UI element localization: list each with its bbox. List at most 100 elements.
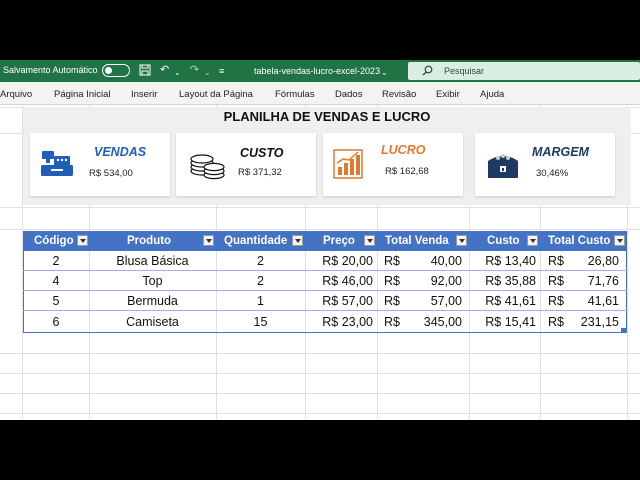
cell-total-custo[interactable]: 41,61 [567, 291, 619, 311]
file-name[interactable]: tabela-vendas-lucro-excel-2023 [254, 66, 380, 76]
cell-total-custo-currency: R$ [548, 315, 564, 329]
table-row[interactable]: 6 Camiseta 15 R$ 23,00 R$ 345,00 R$ 15,4… [23, 312, 627, 332]
cell-total-venda-currency: R$ [384, 294, 400, 308]
excel-window: Salvamento Automático ↶ ⌄ ↷ ⌄ ≡ tabela-v… [0, 60, 640, 420]
table-row[interactable]: 2 Blusa Básica 2 R$ 20,00 R$ 40,00 R$ 13… [23, 251, 627, 271]
cell-total-venda[interactable]: 40,00 [403, 251, 462, 271]
redo-icon[interactable]: ↷ [190, 64, 199, 77]
grid-line [0, 393, 640, 394]
tab-layout-pagina[interactable]: Layout da Página [179, 89, 253, 100]
cell-produto[interactable]: Top [89, 271, 216, 291]
header-produto[interactable]: Produto [89, 231, 216, 251]
cell-preco[interactable]: R$ 57,00 [305, 291, 373, 311]
tab-inserir[interactable]: Inserir [131, 89, 157, 100]
cell-total-custo[interactable]: 71,76 [567, 271, 619, 291]
tab-dados[interactable]: Dados [335, 89, 362, 100]
cell-total-venda-currency: R$ [384, 254, 400, 268]
cell-codigo[interactable]: 4 [23, 271, 89, 291]
spreadsheet-grid[interactable]: PLANILHA DE VENDAS E LUCRO VENDAS R$ 534… [0, 105, 640, 420]
search-input[interactable]: Pesquisar [444, 66, 484, 76]
header-total-venda[interactable]: Total Venda [377, 231, 469, 251]
cell-total-venda-currency: R$ [384, 315, 400, 329]
cell-total-venda[interactable]: 57,00 [403, 291, 462, 311]
cell-preco[interactable]: R$ 46,00 [305, 271, 373, 291]
cell-codigo[interactable]: 2 [23, 251, 89, 271]
filter-dropdown-icon[interactable] [456, 235, 467, 246]
tab-formulas[interactable]: Fórmulas [275, 89, 315, 100]
filter-dropdown-icon[interactable] [527, 235, 538, 246]
filename-chevron-icon[interactable]: ⌄ [381, 66, 388, 79]
cell-custo[interactable]: R$ 41,61 [469, 291, 536, 311]
filter-dropdown-icon[interactable] [292, 235, 303, 246]
cell-total-custo-currency: R$ [548, 254, 564, 268]
cell-custo[interactable]: R$ 35,88 [469, 271, 536, 291]
cell-total-venda[interactable]: 92,00 [403, 271, 462, 291]
tab-ajuda[interactable]: Ajuda [480, 89, 504, 100]
cell-custo[interactable]: R$ 13,40 [469, 251, 536, 271]
bar-chart-growth-icon [333, 149, 363, 179]
table-row[interactable]: 4 Top 2 R$ 46,00 R$ 92,00 R$ 35,88 R$ 71… [23, 271, 627, 291]
undo-dropdown-icon[interactable]: ⌄ [174, 66, 181, 79]
cell-total-custo-currency: R$ [548, 274, 564, 288]
kpi-card-lucro: LUCRO R$ 162,68 [323, 133, 463, 196]
kpi-value: 30,46% [536, 168, 569, 179]
cell-quantidade[interactable]: 15 [216, 312, 305, 332]
kpi-label: CUSTO [240, 146, 284, 160]
cell-quantidade[interactable]: 1 [216, 291, 305, 311]
search-icon [422, 65, 433, 79]
tab-arquivo[interactable]: Arquivo [0, 89, 32, 100]
filter-dropdown-icon[interactable] [614, 235, 625, 246]
header-quantidade[interactable]: Quantidade [216, 231, 305, 251]
toggle-knob [105, 67, 112, 74]
kpi-value: R$ 371,32 [238, 167, 282, 178]
kpi-label: LUCRO [381, 143, 426, 157]
table-row[interactable]: 5 Bermuda 1 R$ 57,00 R$ 57,00 R$ 41,61 R… [23, 291, 627, 311]
grid-line [0, 229, 640, 230]
ribbon-tabs: Arquivo Página Inicial Inserir Layout da… [0, 82, 640, 105]
dashboard-title: PLANILHA DE VENDAS E LUCRO [223, 109, 431, 124]
kpi-label: MARGEM [532, 145, 589, 159]
cash-register-icon [41, 151, 73, 176]
cell-total-custo[interactable]: 26,80 [567, 251, 619, 271]
customize-toolbar-icon[interactable]: ≡ [219, 65, 224, 78]
cell-preco[interactable]: R$ 23,00 [305, 312, 373, 332]
table-resize-handle[interactable] [621, 328, 626, 333]
filter-dropdown-icon[interactable] [364, 235, 375, 246]
autosave-toggle[interactable] [102, 64, 130, 77]
cell-produto[interactable]: Camiseta [89, 312, 216, 332]
cell-produto[interactable]: Blusa Básica [89, 251, 216, 271]
cell-codigo[interactable]: 6 [23, 312, 89, 332]
autosave-label: Salvamento Automático [3, 65, 98, 75]
save-icon[interactable] [139, 64, 151, 80]
grid-line [0, 353, 640, 354]
coins-icon [190, 154, 225, 180]
table-header-row: Código Produto Quantidade Preço Total Ve… [23, 231, 627, 251]
cell-total-venda[interactable]: 345,00 [403, 312, 462, 332]
filter-dropdown-icon[interactable] [77, 235, 88, 246]
cell-quantidade[interactable]: 2 [216, 251, 305, 271]
treasure-chest-icon [488, 154, 518, 178]
cell-custo[interactable]: R$ 15,41 [469, 312, 536, 332]
search-box[interactable]: Pesquisar [408, 62, 640, 80]
cell-total-venda-currency: R$ [384, 274, 400, 288]
cell-quantidade[interactable]: 2 [216, 271, 305, 291]
tab-revisao[interactable]: Revisão [382, 89, 416, 100]
filter-dropdown-icon[interactable] [203, 235, 214, 246]
header-preco[interactable]: Preço [305, 231, 377, 251]
grid-line [0, 373, 640, 374]
header-custo[interactable]: Custo [469, 231, 540, 251]
cell-codigo[interactable]: 5 [23, 291, 89, 311]
undo-icon[interactable]: ↶ [160, 64, 169, 77]
cell-preco[interactable]: R$ 20,00 [305, 251, 373, 271]
cell-total-custo[interactable]: 231,15 [567, 312, 619, 332]
kpi-value: R$ 534,00 [89, 168, 133, 179]
header-codigo[interactable]: Código [23, 231, 89, 251]
redo-dropdown-icon[interactable]: ⌄ [204, 66, 211, 79]
tab-pagina-inicial[interactable]: Página Inicial [54, 89, 111, 100]
header-total-custo[interactable]: Total Custo [540, 231, 627, 251]
kpi-card-vendas: VENDAS R$ 534,00 [30, 133, 170, 196]
tab-exibir[interactable]: Exibir [436, 89, 460, 100]
cell-produto[interactable]: Bermuda [89, 291, 216, 311]
grid-line [0, 413, 640, 414]
grid-line [0, 207, 640, 208]
